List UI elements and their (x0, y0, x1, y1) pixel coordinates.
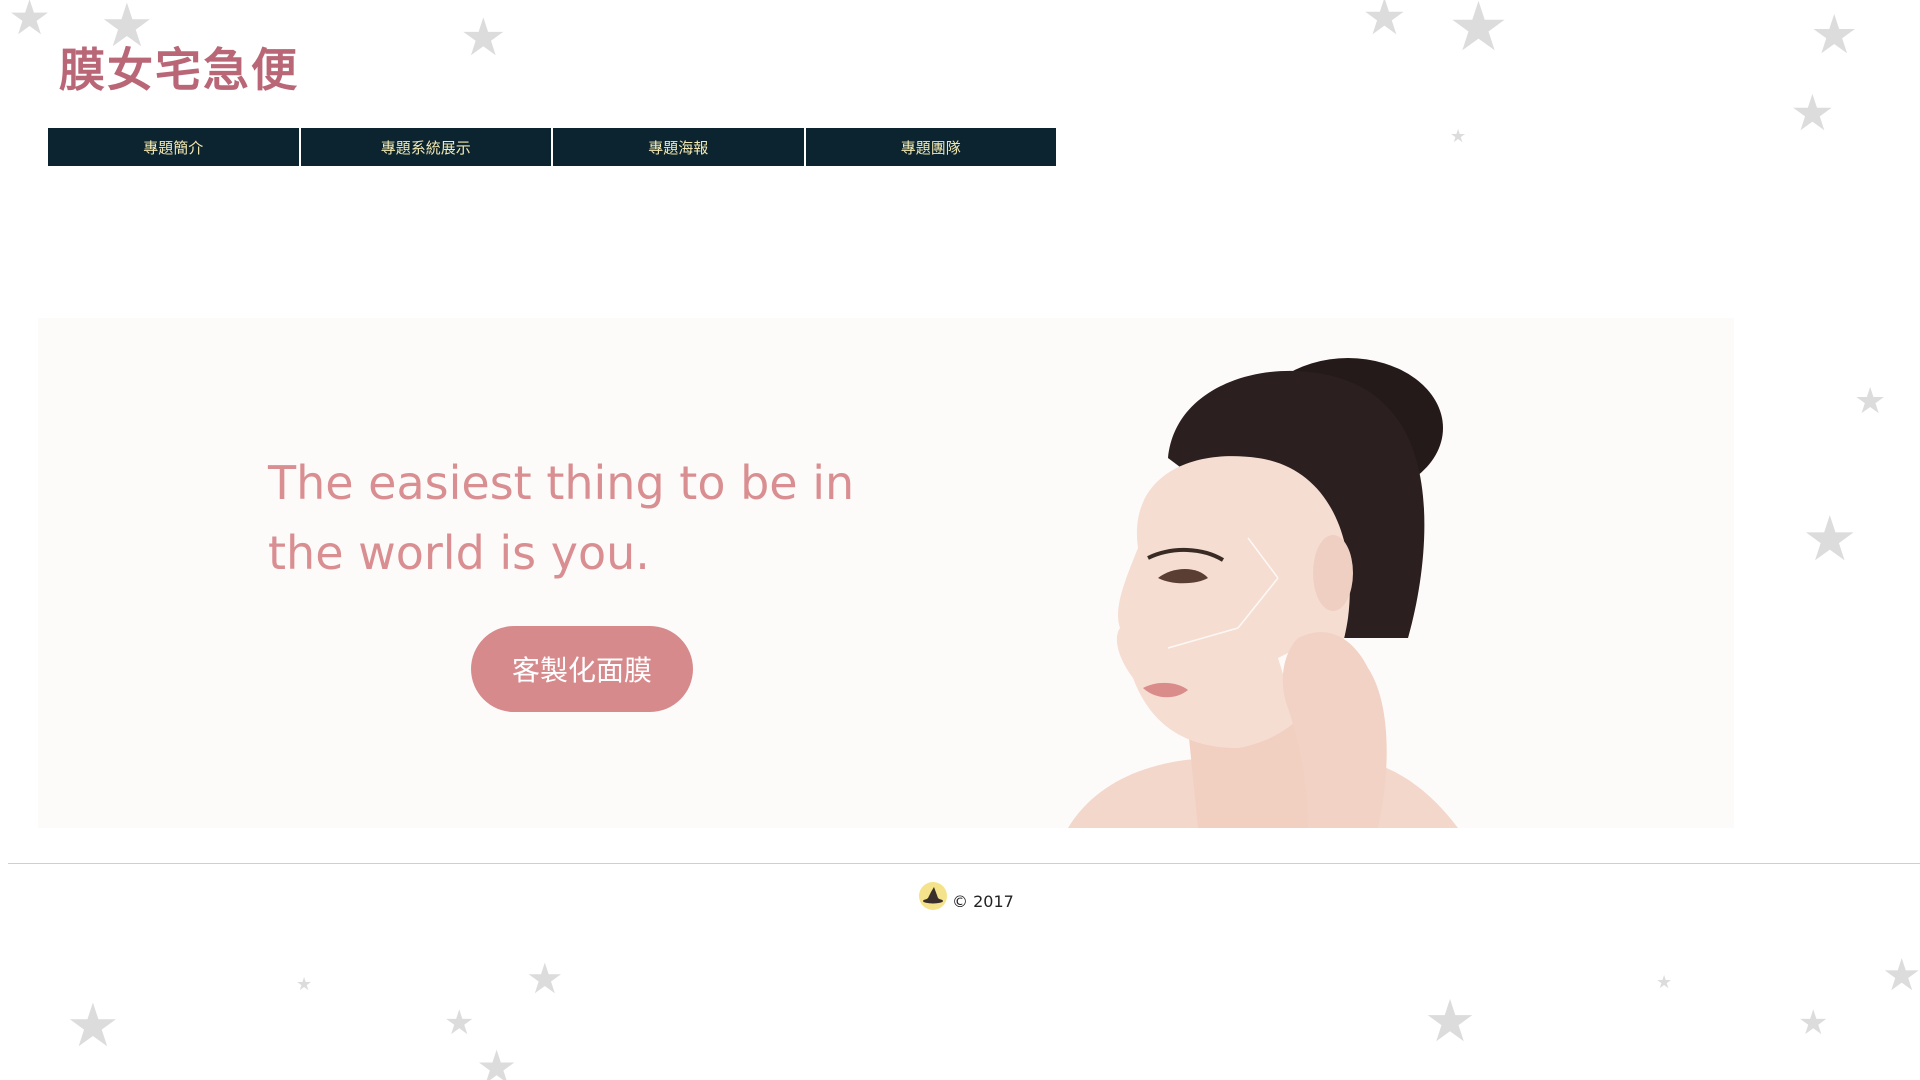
star-icon: ★ (476, 1040, 518, 1080)
hero-banner: The easiest thing to be in the world is … (38, 318, 1734, 828)
star-icon: ★ (526, 954, 564, 1003)
ear-shape (1313, 535, 1353, 611)
custom-mask-button[interactable]: 客製化面膜 (471, 626, 693, 712)
page: ★ ★ ★ ★ ★ ★ ★ ★ ★ ★ ★ ★ ★ ★ ★ ★ ★ ★ ★ 膜女… (0, 0, 1920, 1080)
star-icon: ★ (1882, 950, 1920, 1001)
star-icon: ★ (1790, 84, 1835, 142)
nav-item-system-demo[interactable]: 專題系統展示 (301, 128, 553, 166)
footer: © 2017 (918, 880, 1014, 911)
star-icon: ★ (1362, 0, 1407, 46)
star-icon: ★ (1448, 0, 1509, 67)
nav-item-intro[interactable]: 專題簡介 (48, 128, 301, 166)
star-icon: ★ (444, 1003, 475, 1043)
star-icon: ★ (1798, 1003, 1829, 1043)
site-title[interactable]: 膜女宅急便 (59, 34, 299, 100)
copyright-text: © 2017 (952, 892, 1014, 911)
star-icon: ★ (460, 8, 507, 68)
witch-hat-icon (919, 881, 947, 910)
hero-tagline: The easiest thing to be in the world is … (268, 456, 855, 580)
nav-item-poster[interactable]: 專題海報 (553, 128, 806, 166)
star-icon: ★ (1656, 972, 1673, 993)
star-icon: ★ (8, 0, 52, 46)
star-icon: ★ (296, 974, 313, 995)
star-icon: ★ (1424, 987, 1476, 1055)
star-icon: ★ (1810, 3, 1859, 66)
nav-item-team[interactable]: 專題團隊 (806, 128, 1057, 166)
star-icon: ★ (66, 991, 120, 1061)
star-icon: ★ (1802, 502, 1858, 575)
footer-divider (8, 863, 1920, 864)
hero-image (1008, 338, 1648, 828)
star-icon: ★ (1450, 126, 1467, 147)
main-nav: 專題簡介 專題系統展示 專題海報 專題團隊 (48, 128, 1056, 166)
star-icon: ★ (1854, 381, 1887, 422)
